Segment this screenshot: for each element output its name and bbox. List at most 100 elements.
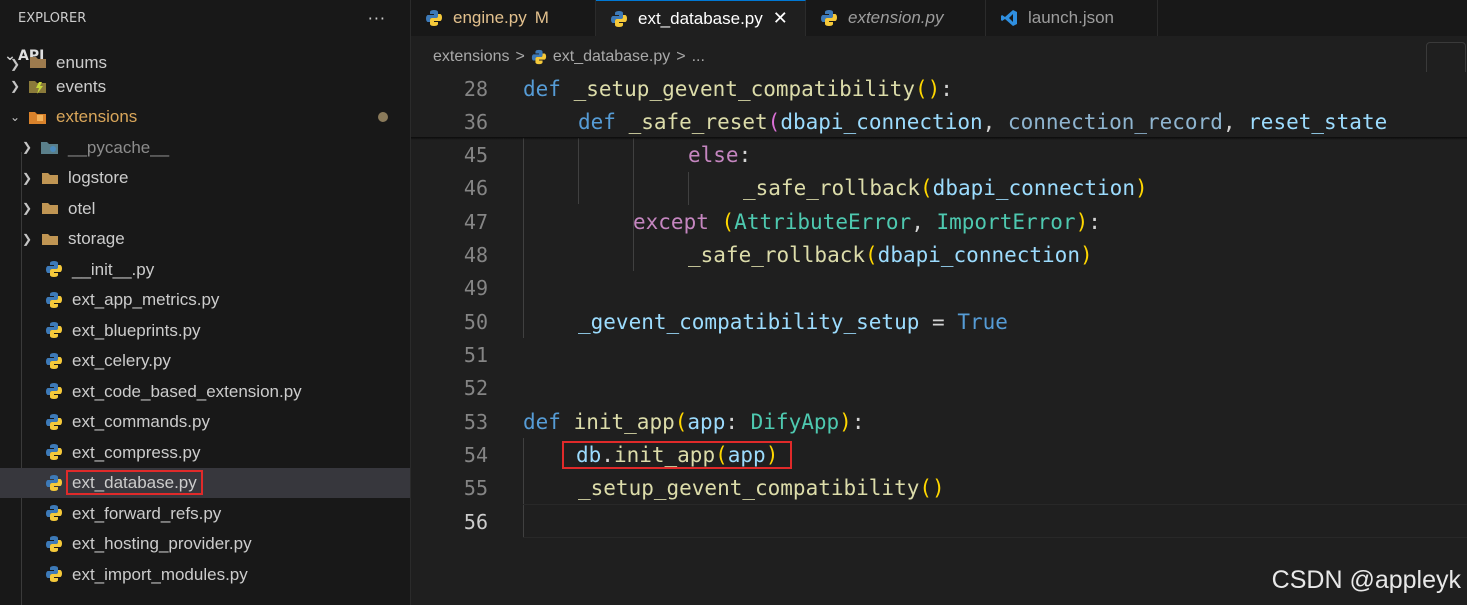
tab-extension-py[interactable]: extension.py: [806, 0, 986, 36]
tree-item-label: events: [56, 76, 107, 96]
tree-item-ext-forward-refs[interactable]: ext_forward_refs.py: [0, 498, 410, 529]
explorer-header: EXPLORER ···: [0, 0, 410, 36]
tab-engine-py[interactable]: engine.py M: [411, 0, 596, 36]
chevron-down-icon: ⌄: [9, 109, 21, 124]
tree-item-ext-code-based-extension[interactable]: ext_code_based_extension.py: [0, 376, 410, 407]
tab-label: ext_database.py: [638, 8, 763, 28]
sticky-scroll-shadow: [411, 137, 1467, 140]
folder-icon: [28, 53, 48, 71]
code-row[interactable]: 50 _gevent_compatibility_setup = True: [411, 305, 1467, 338]
tree-item-ext-app-metrics[interactable]: ext_app_metrics.py: [0, 285, 410, 316]
tree-item-label: ext_forward_refs.py: [72, 503, 222, 523]
tree-item-label: ext_compress.py: [72, 442, 201, 462]
line-number: 50: [463, 309, 488, 334]
code-row[interactable]: 47 except (AttributeError, ImportError):: [411, 205, 1467, 238]
tree-item-label: ext_commands.py: [72, 412, 210, 432]
tree-item-label: extensions: [56, 107, 138, 127]
pycache-folder-icon: [40, 138, 60, 156]
explorer-sidebar: EXPLORER ··· ⌄ API ❯ enums ❯ events ⌄ ex…: [0, 0, 411, 605]
code-line: except (AttributeError, ImportError):: [633, 209, 1101, 234]
sticky-line[interactable]: 28 def _setup_gevent_compatibility():: [411, 72, 1467, 106]
tree-item-logstore[interactable]: ❯ logstore: [0, 163, 410, 194]
code-row[interactable]: 52: [411, 372, 1467, 405]
tree-item-ext-import-modules[interactable]: ext_import_modules.py: [0, 559, 410, 590]
tree-item-ext-database[interactable]: ext_database.py: [0, 467, 410, 498]
python-file-icon: [610, 10, 628, 28]
line-number: 56: [463, 509, 488, 534]
python-file-icon: [44, 352, 64, 370]
breadcrumb-separator: >: [676, 48, 686, 65]
tree-item-ext-commands[interactable]: ext_commands.py: [0, 407, 410, 438]
chevron-right-icon: ❯: [9, 79, 21, 94]
tree-item-events[interactable]: ❯ events: [0, 71, 410, 102]
code-editor[interactable]: 28 def _setup_gevent_compatibility(): 36…: [411, 72, 1467, 605]
tree-item-storage[interactable]: ❯ storage: [0, 224, 410, 255]
tree-item-pycache[interactable]: ❯ __pycache__: [0, 132, 410, 163]
tab-label: engine.py: [453, 8, 527, 27]
tree-item-ext-blueprints[interactable]: ext_blueprints.py: [0, 315, 410, 346]
chevron-right-icon: ❯: [21, 170, 33, 185]
line-number: 53: [463, 409, 488, 434]
explorer-title: EXPLORER: [18, 10, 87, 26]
code-row[interactable]: 51: [411, 338, 1467, 371]
tree-item-ext-compress[interactable]: ext_compress.py: [0, 437, 410, 468]
python-file-icon: [44, 504, 64, 522]
tree-item-ext-hosting-provider[interactable]: ext_hosting_provider.py: [0, 529, 410, 560]
python-file-icon: [44, 321, 64, 339]
tree-item-label: ext_blueprints.py: [72, 320, 201, 340]
sticky-line[interactable]: 36 def _safe_reset(dbapi_connection, con…: [411, 105, 1467, 139]
code-line: _gevent_compatibility_setup = True: [578, 309, 1008, 334]
code-line: def _safe_reset(dbapi_connection, connec…: [578, 109, 1388, 134]
tree-item-label: otel: [68, 198, 96, 218]
file-tree: ❯ enums ❯ events ⌄ extensions ❯ __pycach…: [0, 54, 410, 590]
line-number: 49: [463, 276, 488, 301]
code-row[interactable]: 46 _safe_rollback(dbapi_connection): [411, 172, 1467, 205]
code-line: _setup_gevent_compatibility(): [578, 476, 945, 501]
code-line: db.init_app(app): [562, 440, 793, 469]
code-row[interactable]: 48 _safe_rollback(dbapi_connection): [411, 238, 1467, 271]
tree-item-label: ext_database.py: [66, 470, 203, 496]
tree-item-label: __pycache__: [68, 137, 170, 157]
code-line: else:: [688, 142, 752, 167]
breadcrumb-symbol[interactable]: ...: [692, 48, 705, 66]
tab-launch-json[interactable]: launch.json: [986, 0, 1158, 36]
tree-item-label: logstore: [68, 168, 129, 188]
close-icon[interactable]: ✕: [773, 8, 788, 29]
line-number: 45: [463, 142, 488, 167]
code-row[interactable]: 54 db.init_app(app): [411, 438, 1467, 471]
tree-item-label: enums: [56, 53, 108, 71]
code-row[interactable]: 45 else:: [411, 138, 1467, 171]
python-file-icon: [44, 474, 64, 492]
python-file-icon: [44, 443, 64, 461]
line-number: 36: [463, 109, 488, 134]
breadcrumb-file[interactable]: ext_database.py: [553, 48, 670, 66]
folder-icon: [40, 230, 60, 248]
python-file-icon: [44, 260, 64, 278]
tree-item-enums[interactable]: ❯ enums: [0, 41, 410, 71]
tree-item-otel[interactable]: ❯ otel: [0, 193, 410, 224]
tab-label: extension.py: [848, 8, 944, 27]
code-row[interactable]: 56: [411, 505, 1467, 538]
tree-item-label: ext_code_based_extension.py: [72, 381, 302, 401]
line-number: 54: [463, 442, 488, 467]
code-row[interactable]: 55 _setup_gevent_compatibility(): [411, 472, 1467, 505]
python-file-icon: [44, 413, 64, 431]
python-file-icon: [44, 382, 64, 400]
breadcrumb: extensions > ext_database.py > ...: [433, 44, 705, 70]
tree-item-ext-celery[interactable]: ext_celery.py: [0, 346, 410, 377]
code-row[interactable]: 53 def init_app(app: DifyApp):: [411, 405, 1467, 438]
code-line: _safe_rollback(dbapi_connection): [688, 242, 1093, 267]
breadcrumb-folder[interactable]: extensions: [433, 48, 510, 66]
tree-item-label: ext_app_metrics.py: [72, 290, 220, 310]
chevron-right-icon: ❯: [21, 140, 33, 155]
tree-item-extensions[interactable]: ⌄ extensions: [0, 102, 410, 133]
tree-item-label: storage: [68, 229, 125, 249]
code-row[interactable]: 49: [411, 272, 1467, 305]
line-number: 48: [463, 242, 488, 267]
more-actions-icon[interactable]: ···: [368, 9, 392, 28]
tab-ext-database-py[interactable]: ext_database.py ✕: [596, 0, 806, 36]
watermark: CSDN @appleyk: [1271, 566, 1461, 594]
vscode-icon: [1000, 9, 1018, 27]
python-file-icon: [44, 291, 64, 309]
tree-item-init-py[interactable]: __init__.py: [0, 254, 410, 285]
